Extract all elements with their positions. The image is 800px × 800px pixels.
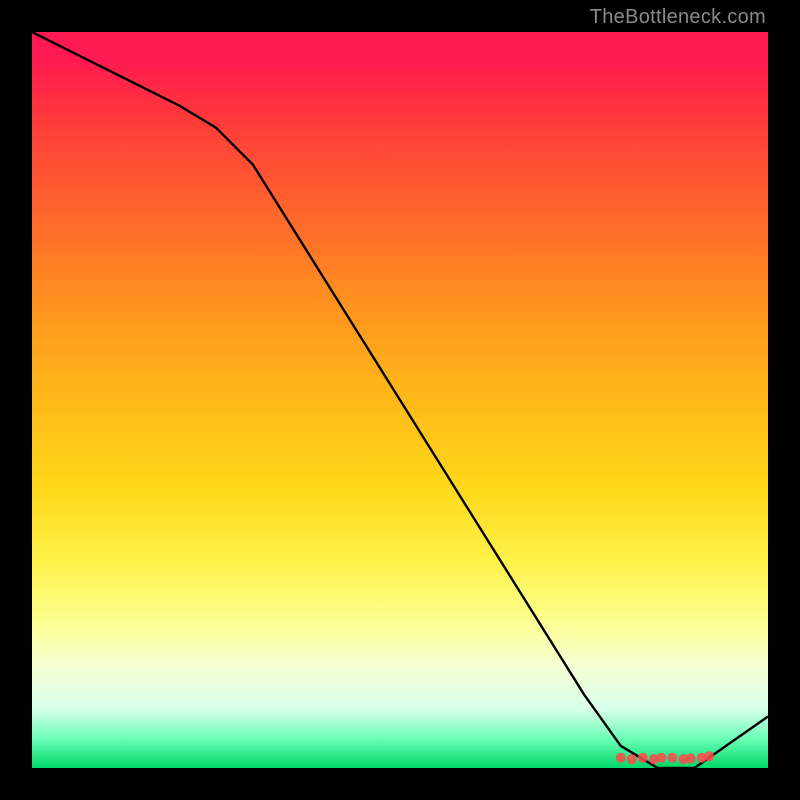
chart-svg	[32, 32, 768, 768]
bottleneck-curve	[32, 32, 768, 768]
plot-area	[32, 32, 768, 768]
data-marker	[667, 753, 677, 763]
data-marker	[638, 753, 648, 763]
data-marker	[686, 753, 696, 763]
data-marker	[656, 753, 666, 763]
data-marker	[627, 754, 637, 764]
data-marker	[704, 751, 714, 761]
data-marker	[616, 753, 626, 763]
chart-frame: TheBottleneck.com	[0, 0, 800, 800]
attribution-text: TheBottleneck.com	[590, 6, 766, 29]
